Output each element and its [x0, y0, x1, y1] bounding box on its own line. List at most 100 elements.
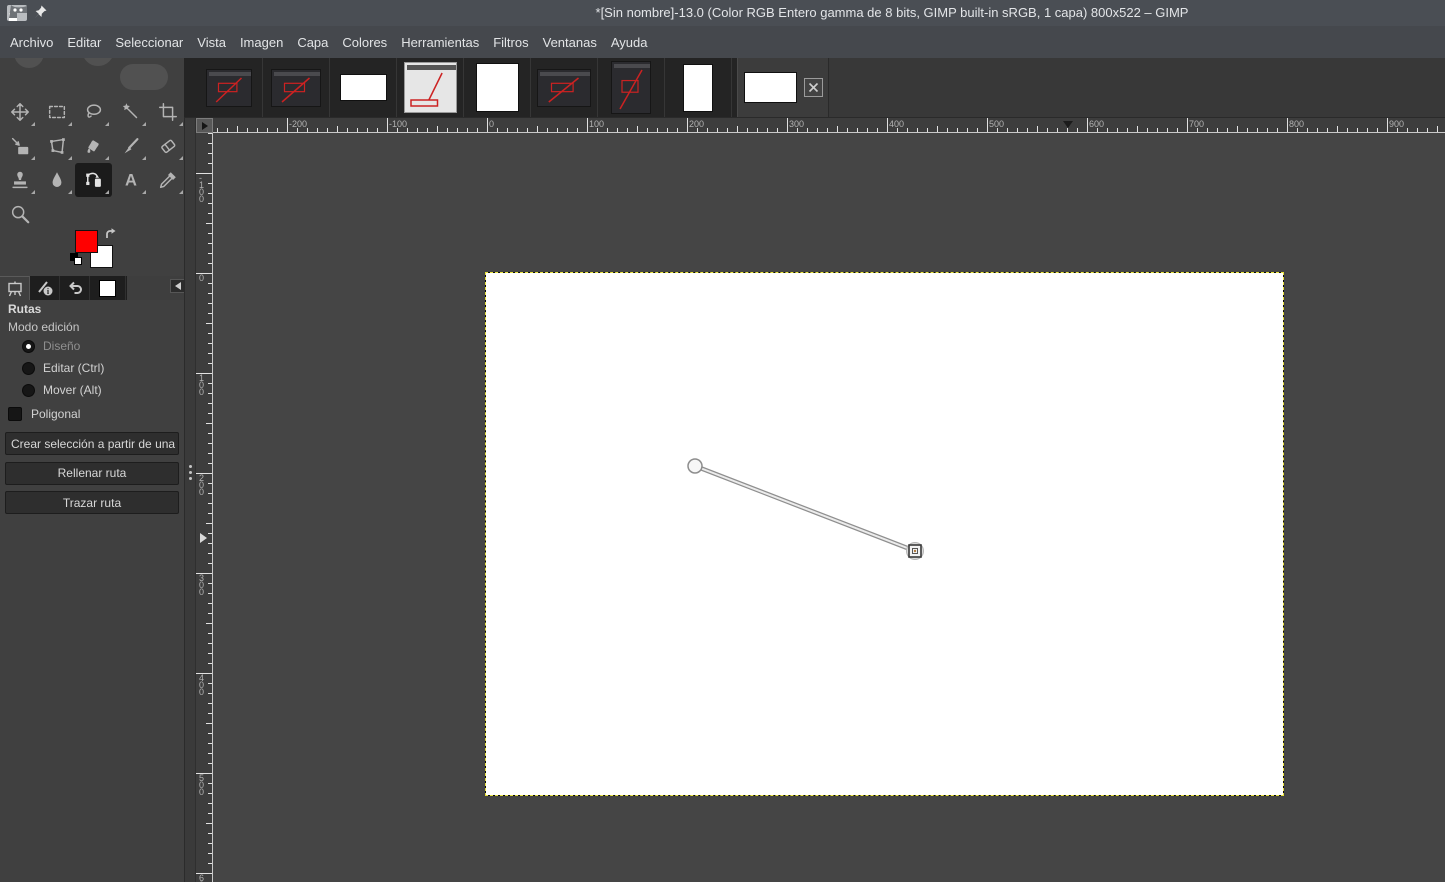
tool-group-arrow-icon — [68, 156, 72, 160]
clone-icon — [11, 171, 28, 189]
crear-seleccion-button[interactable]: Crear selección a partir de una ruta — [5, 432, 179, 455]
tool-free-select[interactable] — [75, 95, 112, 129]
close-icon[interactable] — [803, 78, 823, 97]
right-triangle-icon — [201, 121, 208, 130]
image-tab[interactable] — [665, 58, 732, 117]
path-anchor-end-selected[interactable] — [906, 542, 924, 560]
tool-smudge[interactable] — [38, 163, 75, 197]
tool-grid: A — [1, 95, 186, 231]
ruler-label: -200 — [289, 119, 308, 129]
image-menu-button[interactable] — [196, 118, 213, 133]
mode-radio-diseno[interactable]: Diseño — [22, 339, 80, 353]
foreground-color-swatch[interactable] — [75, 230, 98, 253]
bucket-fill-icon — [86, 140, 99, 153]
tool-group-arrow-icon — [179, 190, 183, 194]
swap-colors-icon[interactable] — [104, 227, 119, 242]
image-tab[interactable] — [196, 58, 263, 117]
dock-splitter[interactable] — [184, 118, 196, 882]
polygonal-checkbox-row[interactable]: Poligonal — [8, 406, 80, 421]
tool-align[interactable] — [1, 129, 38, 163]
window-title: *[Sin nombre]-13.0 (Color RGB Entero gam… — [595, 5, 1189, 20]
pen-info-icon: i — [37, 281, 52, 296]
tool-group-arrow-icon — [68, 190, 72, 194]
tool-text[interactable]: A — [112, 163, 149, 197]
tool-paths[interactable] — [75, 163, 112, 197]
tool-group-arrow-icon — [68, 122, 72, 126]
tool-crop[interactable] — [149, 95, 186, 129]
image-thumbnail-icon — [99, 279, 116, 297]
horizontal-ruler[interactable]: -200 -100 0 100 200 300 400 500 600 700 800 900 — [213, 118, 1445, 133]
ruler-label: 0 — [489, 119, 495, 129]
image-tab[interactable] — [531, 58, 598, 117]
menu-item-vista[interactable]: Vista — [190, 28, 233, 57]
tool-paintbrush[interactable] — [112, 129, 149, 163]
vertical-ruler[interactable]: -1000100200300400500600700 — [196, 133, 213, 882]
crop-icon — [158, 103, 177, 121]
text-icon: A — [125, 172, 137, 190]
menu-item-editar[interactable]: Editar — [60, 28, 108, 57]
tool-move[interactable] — [1, 95, 38, 129]
menu-item-archivo[interactable]: Archivo — [3, 28, 60, 57]
tool-fuzzy-select[interactable] — [112, 95, 149, 129]
tool-group-arrow-icon — [142, 122, 146, 126]
dock-tab-image[interactable] — [90, 276, 126, 300]
mode-radio-mover-alt[interactable]: Mover (Alt) — [22, 383, 102, 397]
tool-rectangle-select[interactable] — [38, 95, 75, 129]
dock-tab-menu-button[interactable] — [170, 279, 185, 293]
polygonal-checkbox[interactable] — [8, 406, 22, 421]
default-colors-icon[interactable] — [70, 253, 83, 266]
free-select-icon — [86, 104, 101, 118]
rellenar-ruta-button[interactable]: Rellenar ruta — [5, 461, 179, 485]
pointer-position-marker-horizontal — [1063, 121, 1073, 128]
menu-item-capa[interactable]: Capa — [290, 28, 335, 57]
tool-eraser[interactable] — [149, 129, 186, 163]
tool-handle-transform[interactable] — [38, 129, 75, 163]
mode-label: Mover (Alt) — [43, 383, 102, 397]
tool-clone[interactable] — [1, 163, 38, 197]
tool-group-arrow-icon — [179, 156, 183, 160]
image-tab[interactable] — [330, 58, 397, 117]
tool-options-title: Rutas — [8, 302, 42, 316]
menu-item-herramientas[interactable]: Herramientas — [394, 28, 486, 57]
dock-tab-undo-history[interactable] — [60, 276, 90, 300]
tool-group-arrow-icon — [179, 122, 183, 126]
color-picker-icon — [159, 172, 176, 189]
tool-group-arrow-icon — [142, 190, 146, 194]
image-tab[interactable] — [464, 58, 531, 117]
dock-tab-device-status[interactable]: i — [30, 276, 60, 300]
image-tab[interactable] — [598, 58, 665, 117]
path-anchor-start[interactable] — [687, 458, 703, 474]
tool-color-picker[interactable] — [149, 163, 186, 197]
ruler-label: 600 — [199, 873, 205, 882]
title-bar: *[Sin nombre]-13.0 (Color RGB Entero gam… — [0, 0, 1445, 26]
image-tab[interactable] — [263, 58, 330, 117]
ruler-label: 300 — [199, 573, 205, 597]
tab-strip-filler — [829, 58, 1445, 117]
rectangle-select-icon — [48, 105, 65, 119]
pin-icon[interactable] — [32, 4, 48, 21]
mode-label: Editar (Ctrl) — [43, 361, 105, 375]
menu-item-ayuda[interactable]: Ayuda — [604, 28, 655, 57]
dock-tab-tool-options[interactable] — [0, 276, 30, 300]
image-tab-thumbnail — [743, 72, 797, 103]
tool-group-arrow-icon — [105, 156, 109, 160]
align-icon — [11, 137, 28, 155]
radio-icon[interactable] — [22, 339, 35, 353]
menu-item-filtros[interactable]: Filtros — [486, 28, 535, 57]
image-tab[interactable] — [397, 58, 464, 117]
menu-item-imagen[interactable]: Imagen — [233, 28, 290, 57]
zoom-icon — [11, 205, 29, 224]
radio-icon[interactable] — [22, 383, 35, 397]
image-tab-thumbnail — [339, 74, 387, 101]
radio-icon[interactable] — [22, 361, 35, 375]
menu-item-colores[interactable]: Colores — [335, 28, 394, 57]
menu-item-seleccionar[interactable]: Seleccionar — [108, 28, 190, 57]
ruler-label: 500 — [199, 773, 205, 797]
mode-radio-editar-ctrl[interactable]: Editar (Ctrl) — [22, 361, 104, 375]
image-tab-thumbnail — [206, 68, 252, 107]
image-tab-active[interactable] — [737, 58, 829, 117]
paths-icon — [85, 172, 101, 187]
trazar-ruta-button[interactable]: Trazar ruta — [5, 491, 179, 514]
menu-item-ventanas[interactable]: Ventanas — [536, 28, 604, 57]
tool-bucket-fill[interactable] — [75, 129, 112, 163]
